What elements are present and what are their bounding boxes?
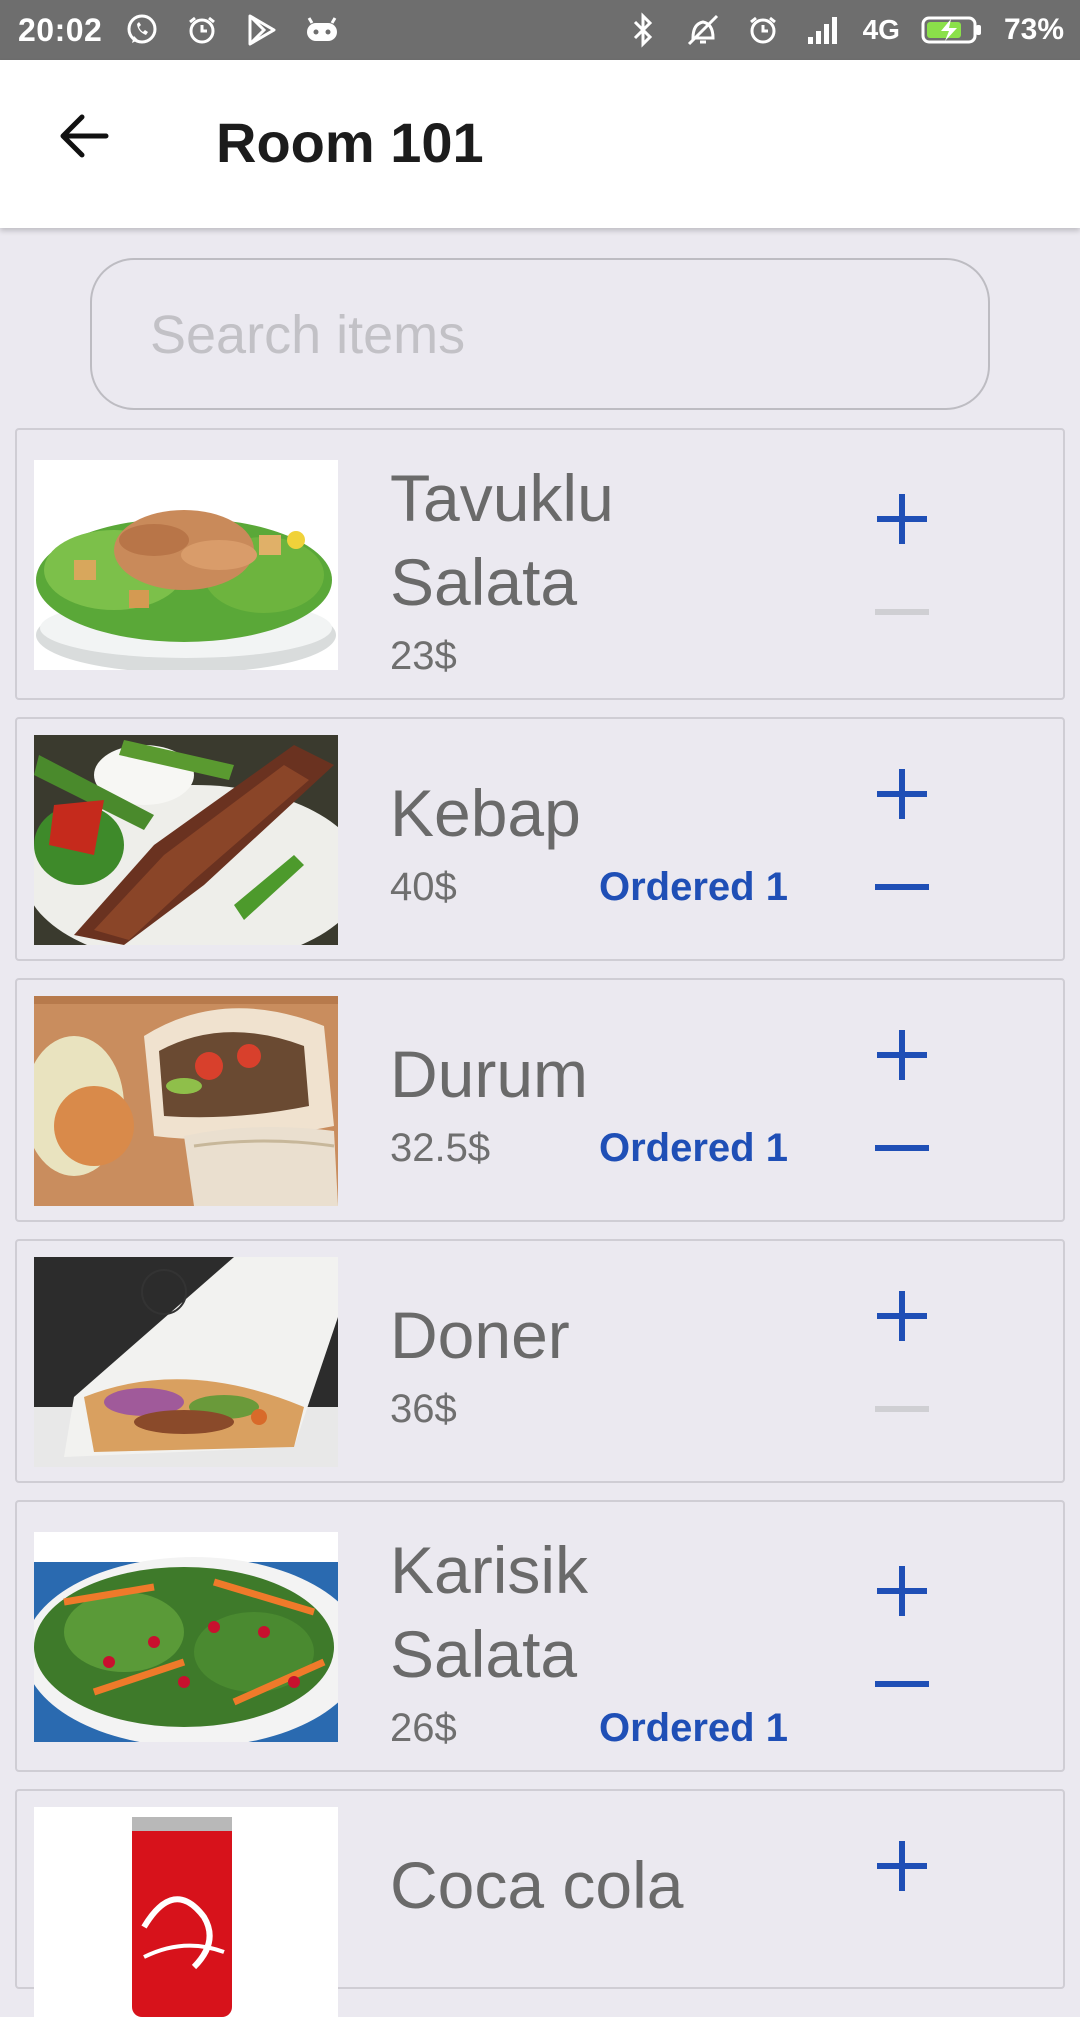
plus-icon xyxy=(874,1027,930,1088)
minus-icon xyxy=(874,1676,930,1694)
increase-button[interactable] xyxy=(862,486,942,556)
plus-icon xyxy=(874,1838,930,1899)
item-name: Durum xyxy=(390,1037,589,1111)
ordered-count: Ordered 1 xyxy=(599,1706,788,1750)
plus-icon xyxy=(874,1563,930,1624)
item-image-chicken-salad xyxy=(34,460,338,670)
vibrate-off-icon xyxy=(683,10,723,50)
item-name-line1: Tavuklu xyxy=(390,461,614,535)
decrease-button[interactable] xyxy=(862,1114,942,1184)
item-image-doner xyxy=(34,1257,338,1467)
minus-icon xyxy=(874,1140,930,1158)
plus-icon xyxy=(874,1288,930,1349)
minus-icon xyxy=(874,1401,930,1419)
status-bar-left: 20:02 xyxy=(18,10,342,50)
decrease-button-disabled[interactable] xyxy=(862,578,942,648)
network-type: 4G xyxy=(862,14,900,45)
status-time: 20:02 xyxy=(18,11,103,48)
increase-button[interactable] xyxy=(862,1022,942,1092)
item-price: 23$ xyxy=(390,634,457,678)
ordered-count: Ordered 1 xyxy=(599,865,788,909)
whatsapp-icon xyxy=(122,10,162,50)
bluetooth-icon xyxy=(623,10,663,50)
status-bar: 20:02 4G 73% xyxy=(0,0,1080,60)
android-icon xyxy=(302,10,342,50)
app-bar: Room 101 xyxy=(0,60,1080,228)
item-name: Kebap xyxy=(390,776,581,850)
list-item: Tavuklu Salata 23$ xyxy=(15,428,1065,700)
increase-button[interactable] xyxy=(862,1558,942,1628)
increase-button[interactable] xyxy=(862,1283,942,1353)
alarm-icon xyxy=(743,10,783,50)
item-price: 40$ xyxy=(390,865,457,909)
signal-icon xyxy=(803,10,843,50)
item-price: 36$ xyxy=(390,1387,457,1431)
item-price: 32.5$ xyxy=(390,1126,491,1170)
minus-icon xyxy=(874,879,930,897)
search-box[interactable] xyxy=(90,258,990,410)
back-button[interactable] xyxy=(44,98,124,178)
increase-button[interactable] xyxy=(862,761,942,831)
search-input[interactable] xyxy=(148,260,952,410)
status-bar-right: 4G 73% xyxy=(623,10,1064,50)
alarm-icon xyxy=(182,10,222,50)
battery-charging-icon xyxy=(920,10,984,50)
list-item: Karisik Salata 26$ Ordered 1 xyxy=(15,1500,1065,1772)
minus-icon xyxy=(874,604,930,622)
decrease-button[interactable] xyxy=(862,853,942,923)
ordered-count: Ordered 1 xyxy=(599,1126,788,1170)
arrow-left-icon xyxy=(58,112,110,165)
item-name-line2: Salata xyxy=(390,545,578,619)
decrease-button-disabled[interactable] xyxy=(862,1375,942,1445)
item-name-line1: Karisik xyxy=(390,1533,589,1607)
item-name: Coca cola xyxy=(390,1848,684,1922)
list-item: Durum 32.5$ Ordered 1 xyxy=(15,978,1065,1222)
item-name-line2: Salata xyxy=(390,1617,578,1691)
plus-icon xyxy=(874,766,930,827)
list-item: Coca cola xyxy=(15,1789,1065,2017)
item-price: 26$ xyxy=(390,1706,457,1750)
battery-percent: 73% xyxy=(1003,13,1064,46)
item-image-coca-cola-can xyxy=(34,1807,338,2017)
page-title: Room 101 xyxy=(216,111,484,174)
item-image-mixed-salad xyxy=(34,1532,338,1742)
play-store-icon xyxy=(242,10,282,50)
list-item: Kebap 40$ Ordered 1 xyxy=(15,717,1065,961)
item-image-durum-wrap xyxy=(34,996,338,1206)
item-name: Doner xyxy=(390,1298,570,1372)
decrease-button[interactable] xyxy=(862,1650,942,1720)
item-image-kebab xyxy=(34,735,338,945)
plus-icon xyxy=(874,491,930,552)
list-item: Doner 36$ xyxy=(15,1239,1065,1483)
increase-button[interactable] xyxy=(862,1833,942,1903)
